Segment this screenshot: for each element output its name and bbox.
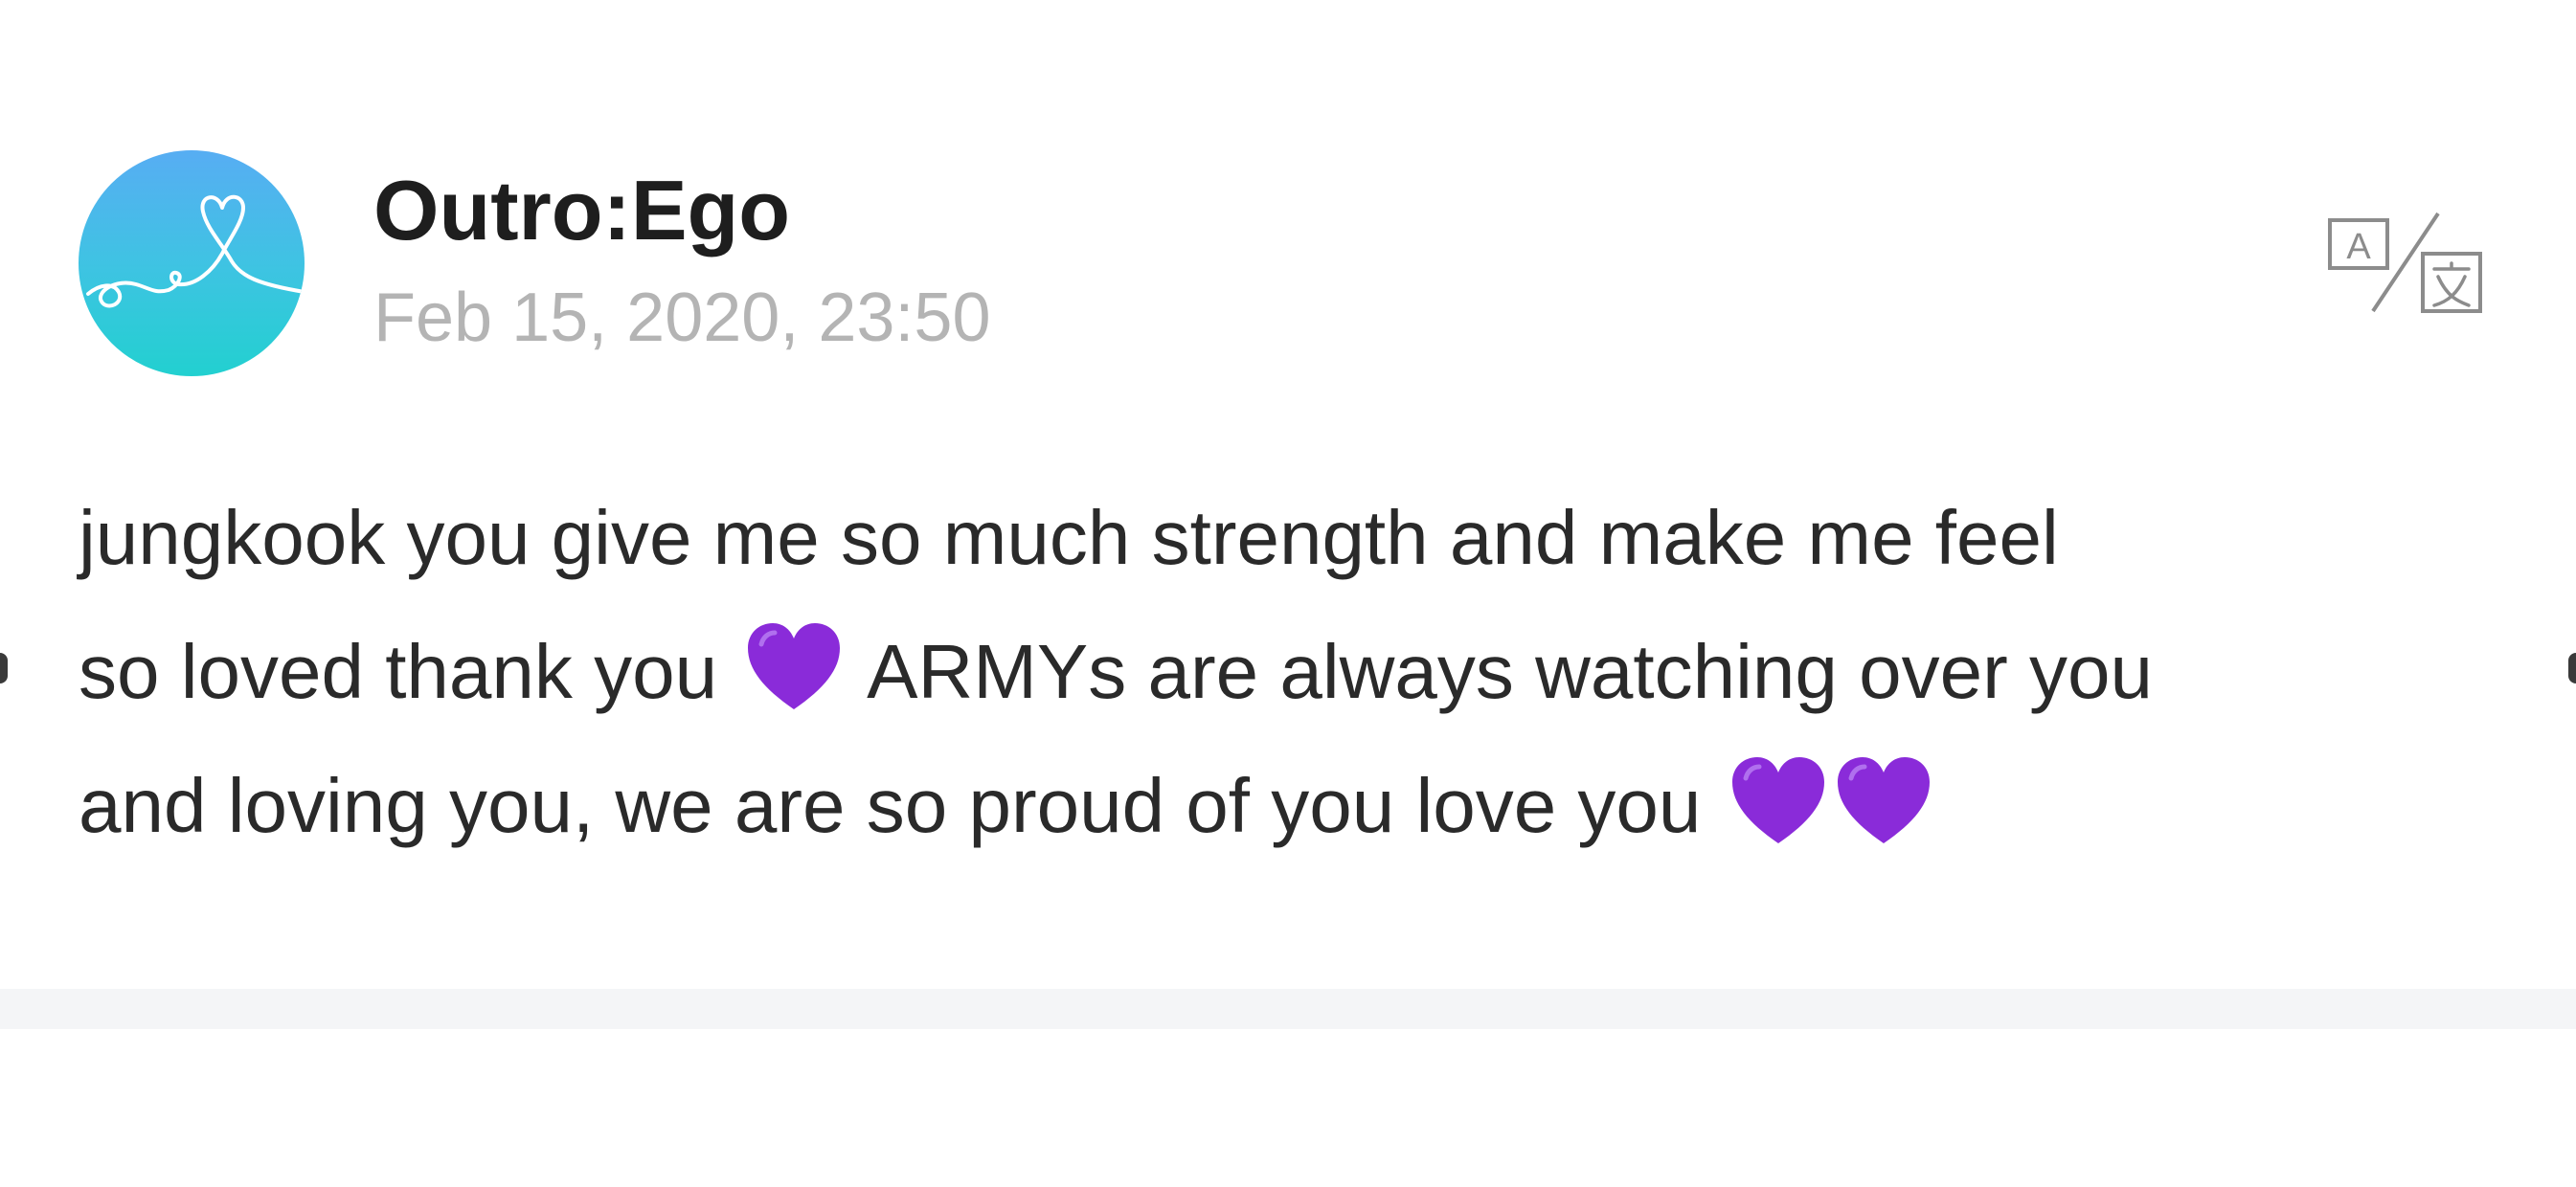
post-body-line: so loved thank you ARMYs are always watc… [79, 605, 2501, 739]
translate-button[interactable]: A [2325, 206, 2488, 321]
post-body-line: jungkook you give me so much strength an… [79, 471, 2501, 605]
post-body-line: and loving you, we are so proud of you l… [79, 739, 2501, 873]
edge-marker-left [0, 653, 8, 683]
post-card: Outro:Ego Feb 15, 2020, 23:50 A jungkook… [0, 0, 2576, 989]
translate-icon: A [2328, 212, 2482, 313]
post-text-segment: jungkook you give me so much strength an… [79, 495, 2059, 580]
below-area [0, 1029, 2576, 1187]
purple-heart-icon [744, 621, 844, 713]
post-body: jungkook you give me so much strength an… [79, 471, 2501, 873]
author-name[interactable]: Outro:Ego [373, 153, 790, 268]
edge-marker-right [2568, 653, 2576, 683]
heart-doodle-icon [86, 194, 305, 308]
purple-heart-icon [1729, 755, 1828, 847]
purple-heart-icon [1834, 755, 1933, 847]
post-text-segment: ARMYs are always watching over you [867, 629, 2153, 714]
post-text-segment: and loving you, we are so proud of you l… [79, 763, 1702, 848]
author-avatar[interactable] [79, 150, 305, 376]
section-divider [0, 989, 2576, 1029]
post-text-segment: so loved thank you [79, 629, 718, 714]
post-timestamp: Feb 15, 2020, 23:50 [373, 280, 991, 356]
svg-text:A: A [2346, 227, 2371, 267]
